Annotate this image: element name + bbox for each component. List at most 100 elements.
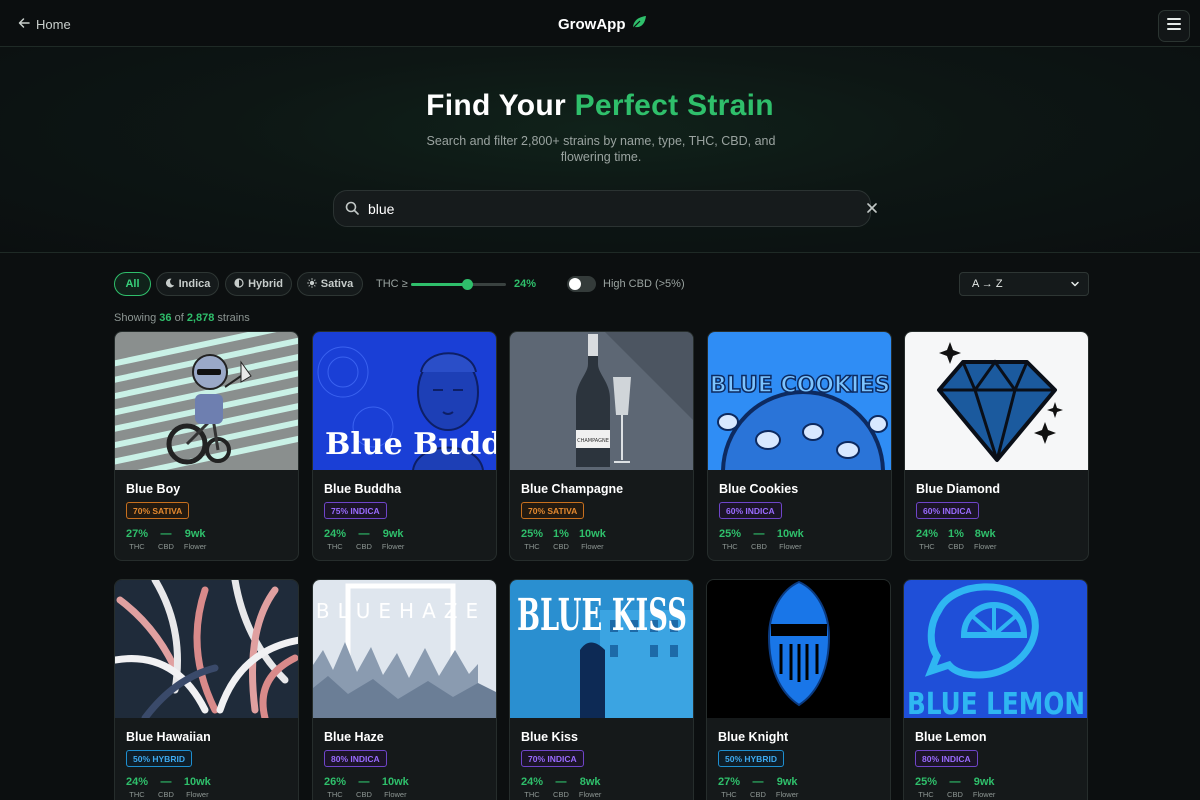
stat-value: 24% — [324, 528, 347, 540]
stat-label: CBD — [158, 542, 174, 551]
stat-label: Flower — [775, 790, 799, 799]
strain-name: Blue Champagne — [521, 482, 624, 496]
stat-flower: 8wk Flower — [579, 776, 602, 800]
clear-search-button[interactable] — [864, 201, 880, 217]
strain-image: Blue Buddha — [313, 332, 496, 470]
strain-card[interactable]: BLUE KISS Blue Kiss 70% INDICA 24% THC — C… — [509, 579, 694, 800]
stat-thc: 26% THC — [324, 776, 346, 800]
arrow-left-icon — [18, 17, 30, 31]
stat-label: CBD — [751, 542, 767, 551]
results-total: 2,878 — [186, 312, 215, 324]
strain-image: BLUEHAZE — [313, 580, 496, 718]
high-cbd-label: High CBD (>5%) — [603, 278, 685, 290]
search-input[interactable] — [368, 195, 828, 223]
filter-pill-hybrid[interactable]: Hybrid — [225, 272, 292, 296]
strain-image: CHAMPAGNE — [510, 332, 693, 470]
stat-label: THC — [327, 542, 343, 551]
strain-type-badge: 70% SATIVA — [126, 502, 190, 519]
page-subtitle: Search and filter 2,800+ strains by name… — [426, 134, 776, 164]
stat-label: THC — [722, 542, 738, 551]
stat-value: 24% — [521, 776, 544, 788]
stat-flower: 9wk Flower — [382, 528, 405, 552]
results-prefix: Showing — [114, 312, 160, 324]
stat-label: CBD — [553, 790, 569, 799]
stat-cbd: — CBD — [158, 776, 174, 800]
stat-value: 1% — [553, 528, 569, 540]
art-text: BLUEHAZE — [316, 599, 486, 623]
strain-card[interactable]: Blue Boy 70% SATIVA 27% THC — CBD 9wk Flowe… — [114, 331, 299, 561]
stat-label: THC — [327, 790, 343, 799]
strain-image — [707, 580, 890, 718]
brand-logo[interactable]: GrowApp — [558, 13, 647, 35]
stat-cbd: 1% CBD — [553, 528, 569, 552]
stat-value: 10wk — [578, 528, 606, 540]
strain-name: Blue Boy — [126, 482, 181, 496]
strain-image: BLUE COOKIES — [708, 332, 891, 470]
strain-card[interactable]: CHAMPAGNE Blue Champagne 70% SATIVA 25% T… — [509, 331, 694, 561]
strain-image — [115, 580, 298, 718]
filter-pill-all[interactable]: All — [114, 272, 151, 296]
moon-icon — [165, 278, 175, 291]
search-box — [333, 190, 877, 227]
strain-name: Blue Diamond — [916, 482, 1001, 496]
stat-flower: 8wk Flower — [974, 528, 997, 552]
search-icon — [345, 201, 359, 220]
filter-pill-label: Hybrid — [248, 278, 283, 290]
results-shown: 36 — [159, 312, 172, 324]
filter-pill-indica[interactable]: Indica — [156, 272, 219, 296]
stat-flower: 10wk Flower — [184, 776, 211, 800]
stat-value: 24% — [916, 528, 939, 540]
thc-filter-label: THC ≥ — [376, 278, 408, 290]
stat-value: — — [160, 776, 172, 788]
sort-select[interactable]: A → Z — [959, 272, 1089, 296]
home-link[interactable]: Home — [18, 14, 71, 34]
stat-label: Flower — [183, 542, 207, 551]
title-part1: Find Your — [426, 89, 575, 122]
high-cbd-toggle[interactable] — [567, 276, 596, 292]
close-icon — [867, 200, 877, 218]
stat-cbd: — CBD — [750, 776, 766, 800]
stat-value: — — [555, 776, 567, 788]
strain-card[interactable]: Blue Diamond 60% INDICA 24% THC 1% CBD 8wk… — [904, 331, 1089, 561]
stat-label: THC — [129, 542, 145, 551]
stat-thc: 24% THC — [126, 776, 148, 800]
stat-cbd: — CBD — [553, 776, 569, 800]
strain-type-badge: 50% HYBRID — [126, 750, 192, 767]
art-text: BLUE COOKIES — [710, 373, 890, 398]
menu-button[interactable] — [1158, 10, 1190, 42]
stat-value: 27% — [718, 776, 741, 788]
stat-value: 9wk — [973, 776, 995, 788]
stat-label: CBD — [553, 542, 569, 551]
thc-slider-handle[interactable] — [462, 279, 474, 290]
stat-thc: 24% THC — [521, 776, 543, 800]
strain-card[interactable]: Blue Buddha Blue Buddha 75% INDICA 24% TH… — [312, 331, 497, 561]
strain-card[interactable]: Blue Knight 50% HYBRID 27% THC — CBD 9wk Fl… — [706, 579, 891, 800]
strain-card[interactable]: Blue Hawaiian 50% HYBRID 24% THC — CBD 10w… — [114, 579, 299, 800]
stat-value: — — [949, 776, 961, 788]
stat-label: CBD — [356, 790, 372, 799]
sort-select-value: A → Z — [972, 278, 1003, 290]
strain-stats: 27% THC — CBD 9wk Flower — [718, 776, 798, 800]
strain-name: Blue Knight — [718, 730, 789, 744]
strain-card[interactable]: BLUEHAZE Blue Haze 80% INDICA 26% THC — CB… — [312, 579, 497, 800]
stat-label: Flower — [581, 542, 604, 551]
strain-card[interactable]: BLUE LEMON Blue Lemon 80% INDICA 25% THC … — [903, 579, 1088, 800]
stat-label: CBD — [158, 790, 174, 799]
brand-name: GrowApp — [558, 15, 626, 33]
hero-section: Find Your Perfect Strain Search and filt… — [0, 47, 1200, 253]
stat-thc: 25% THC — [521, 528, 543, 552]
stat-label: Flower — [381, 542, 405, 551]
stat-cbd: — CBD — [356, 776, 372, 800]
strain-type-badge: 50% HYBRID — [718, 750, 784, 767]
thc-slider[interactable] — [411, 279, 506, 290]
sun-icon — [307, 277, 317, 291]
results-middle: of — [171, 312, 187, 324]
strain-card[interactable]: BLUE COOKIES Blue Cookies 60% INDICA 25%… — [707, 331, 892, 561]
stat-flower: 9wk Flower — [776, 776, 799, 800]
half-circle-icon — [234, 277, 244, 291]
strain-type-badge: 70% INDICA — [521, 750, 584, 767]
page-title: Find Your Perfect Strain — [0, 89, 1200, 123]
filter-pill-sativa[interactable]: Sativa — [297, 272, 363, 296]
strain-type-badge: 60% INDICA — [916, 502, 979, 519]
stat-label: Flower — [186, 790, 209, 799]
